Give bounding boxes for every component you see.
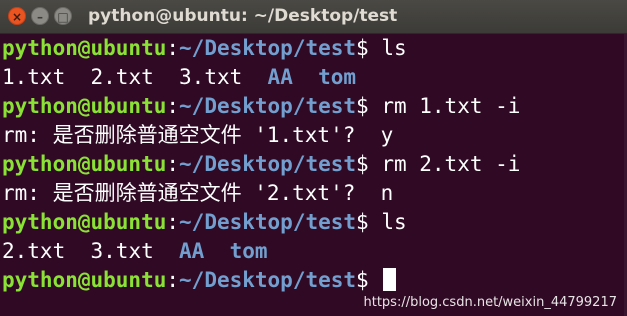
directory-name: tom — [318, 65, 357, 89]
prompt-symbol: $ — [356, 152, 369, 176]
terminal-line: 1.txt 2.txt 3.txt AA tom — [2, 63, 622, 92]
minimize-icon[interactable]: – — [31, 7, 49, 25]
prompt-path: ~/Desktop/test — [179, 210, 357, 234]
terminal-line: rm: 是否删除普通空文件 '2.txt'? n — [2, 179, 622, 208]
prompt-path: ~/Desktop/test — [179, 36, 357, 60]
terminal-output[interactable]: python@ubuntu:~/Desktop/test$ ls 1.txt 2.… — [2, 34, 622, 295]
terminal-line: python@ubuntu:~/Desktop/test$ — [2, 266, 622, 295]
prompt-path: ~/Desktop/test — [179, 94, 357, 118]
maximize-icon[interactable]: □ — [54, 7, 72, 25]
command-text: rm 1.txt -i — [368, 94, 521, 118]
watermark-text: https://blog.csdn.net/weixin_44799217 — [363, 295, 617, 310]
prompt-separator: : — [166, 36, 180, 60]
prompt-separator: : — [166, 210, 180, 234]
prompt-user-host: python@ubuntu — [2, 210, 167, 234]
prompt-user-host: python@ubuntu — [2, 152, 167, 176]
prompt-path: ~/Desktop/test — [179, 152, 357, 176]
title-bar[interactable]: × – □ python@ubuntu: ~/Desktop/test — [0, 0, 627, 34]
directory-name: AA — [179, 239, 205, 263]
command-text — [369, 268, 382, 292]
terminal-window: × – □ python@ubuntu: ~/Desktop/test pyth… — [0, 0, 627, 316]
cursor-block — [383, 268, 397, 291]
file-name: 3.txt — [90, 239, 154, 263]
command-text: ls — [368, 210, 407, 234]
output-text: rm: 是否删除普通空文件 '2.txt'? n — [2, 181, 394, 205]
prompt-symbol: $ — [356, 210, 369, 234]
file-name: 2.txt — [2, 239, 66, 263]
directory-name: tom — [229, 239, 268, 263]
prompt-user-host: python@ubuntu — [2, 268, 167, 292]
file-name: 2.txt — [90, 65, 154, 89]
directory-name: AA — [267, 65, 293, 89]
window-title: python@ubuntu: ~/Desktop/test — [88, 6, 398, 26]
output-text: rm: 是否删除普通空文件 '1.txt'? y — [2, 123, 394, 147]
prompt-symbol: $ — [356, 94, 369, 118]
prompt-separator: : — [166, 152, 180, 176]
file-name: 3.txt — [179, 65, 243, 89]
close-icon[interactable]: × — [8, 7, 26, 25]
prompt-separator: : — [166, 268, 180, 292]
terminal-line: python@ubuntu:~/Desktop/test$ rm 1.txt -… — [2, 92, 622, 121]
file-name: 1.txt — [2, 65, 66, 89]
command-text: rm 2.txt -i — [368, 152, 521, 176]
terminal-line: python@ubuntu:~/Desktop/test$ ls — [2, 34, 622, 63]
terminal-line: 2.txt 3.txt AA tom — [2, 237, 622, 266]
prompt-separator: : — [166, 94, 180, 118]
terminal-line: rm: 是否删除普通空文件 '1.txt'? y — [2, 121, 622, 150]
prompt-user-host: python@ubuntu — [2, 36, 167, 60]
terminal-line: python@ubuntu:~/Desktop/test$ rm 2.txt -… — [2, 150, 622, 179]
command-text: ls — [368, 36, 407, 60]
prompt-path: ~/Desktop/test — [179, 268, 357, 292]
prompt-user-host: python@ubuntu — [2, 94, 167, 118]
prompt-symbol: $ — [356, 268, 369, 292]
prompt-symbol: $ — [356, 36, 369, 60]
terminal-line: python@ubuntu:~/Desktop/test$ ls — [2, 208, 622, 237]
